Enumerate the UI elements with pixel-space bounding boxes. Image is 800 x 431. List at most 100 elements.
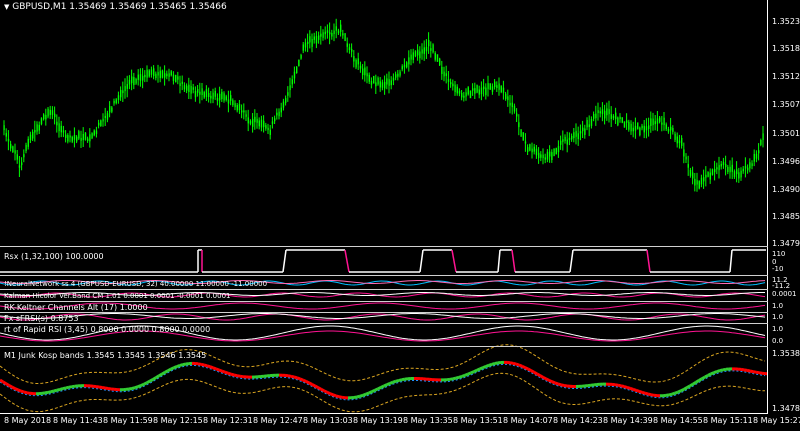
candle-body — [718, 165, 720, 171]
candle-body — [117, 95, 120, 100]
time-axis-border — [0, 413, 768, 414]
candle-body — [392, 77, 395, 81]
candle-body — [221, 91, 223, 100]
candle-body — [109, 106, 111, 113]
rsx-segment — [511, 249, 516, 273]
candle-body — [150, 69, 153, 75]
candle-body — [403, 64, 406, 68]
band-main-segment — [461, 373, 466, 378]
candle-body — [740, 170, 742, 178]
candle-body — [100, 120, 102, 126]
band-main-segment — [689, 382, 694, 388]
band-main-segment — [62, 386, 67, 391]
candle-body — [555, 148, 557, 155]
candle-body — [249, 120, 252, 124]
candle-body — [236, 105, 238, 111]
candle-body — [599, 111, 601, 114]
time-tick-label: 8 May 12:47 — [253, 416, 303, 425]
candle-body — [324, 31, 326, 35]
band-main-segment — [200, 362, 205, 367]
band-main-segment — [530, 369, 535, 374]
candle-body — [595, 113, 597, 119]
candle-body — [674, 133, 676, 140]
candle-body — [615, 112, 617, 120]
band-main-segment — [494, 361, 499, 365]
band-main-segment — [215, 367, 220, 372]
band-main-segment — [557, 382, 562, 387]
candle-body — [544, 157, 546, 160]
candle-body — [703, 177, 705, 182]
candle-body — [586, 120, 588, 128]
candle-body — [122, 90, 124, 94]
band-main-segment — [326, 390, 331, 395]
band-main-segment — [629, 386, 634, 391]
pane-separator — [0, 346, 768, 347]
band-main-segment — [224, 370, 229, 375]
candle-body — [258, 120, 260, 127]
candle-body — [194, 91, 197, 98]
candle-body — [593, 114, 595, 119]
chart-canvas[interactable] — [0, 0, 800, 431]
band-main-segment — [155, 374, 160, 379]
candle-body — [632, 127, 634, 132]
band-main-segment — [356, 394, 361, 399]
band-main-segment — [143, 381, 148, 386]
candle-body — [102, 118, 104, 122]
band-main-segment — [158, 372, 163, 378]
band-main-segment — [644, 391, 649, 396]
band-main-segment — [704, 374, 709, 379]
candle-body — [355, 59, 357, 68]
rsx-scale-high: 110 — [772, 250, 786, 258]
candle-body — [227, 99, 230, 104]
candle-body — [749, 162, 751, 169]
candle-body — [439, 58, 441, 66]
band-main-segment — [47, 390, 52, 394]
candle-body — [533, 146, 535, 152]
candle-body — [650, 118, 652, 126]
band-main-segment — [458, 374, 463, 379]
candle-body — [329, 32, 331, 35]
rapid-scale-high: 1.0 — [772, 325, 784, 333]
band-main-segment — [104, 386, 109, 390]
candle-body — [705, 174, 707, 178]
fisher-scale-high: 1.0 — [772, 313, 784, 321]
candle-body — [661, 122, 663, 125]
candle-body — [667, 129, 670, 132]
band-main-segment — [212, 366, 217, 371]
candle-body — [36, 124, 38, 132]
band-main-segment — [527, 367, 532, 372]
band-main-segment — [635, 388, 640, 393]
band-main-segment — [563, 384, 568, 388]
candle-body — [353, 56, 355, 62]
candle-body — [480, 87, 483, 95]
bands-scale-high: 1.3538 — [772, 349, 800, 358]
band-main-segment — [227, 371, 232, 376]
candle-body — [509, 102, 511, 106]
pane-separator — [0, 275, 768, 276]
neural-scale-low: -11.2 — [772, 282, 791, 290]
band-main-segment — [671, 391, 676, 396]
candle-body — [216, 98, 219, 101]
candle-body — [417, 49, 419, 56]
time-tick-label: 8 May 2018 — [4, 416, 52, 425]
candle-body — [166, 73, 168, 77]
candle-body — [384, 81, 386, 89]
band-main-segment — [296, 376, 301, 381]
band-main-segment — [545, 377, 550, 382]
pane-separator — [0, 246, 768, 247]
candle-body — [342, 33, 344, 36]
rsx-scale-low: -10 — [772, 265, 784, 273]
time-tick-label: 8 May 15:27 — [753, 416, 800, 425]
candle-body — [692, 172, 694, 179]
candle-body — [73, 135, 76, 140]
candle-body — [753, 154, 755, 162]
candle-body — [452, 83, 454, 87]
band-main-segment — [71, 384, 76, 389]
candle-body — [45, 114, 47, 120]
price-tick-label: 1.35183 — [772, 44, 800, 53]
triangle-down-icon[interactable]: ▼ — [4, 3, 9, 11]
candle-body — [82, 134, 84, 140]
band-main-segment — [710, 371, 715, 376]
rsx-segment — [451, 249, 457, 273]
price-tick-label: 1.34908 — [772, 185, 800, 194]
